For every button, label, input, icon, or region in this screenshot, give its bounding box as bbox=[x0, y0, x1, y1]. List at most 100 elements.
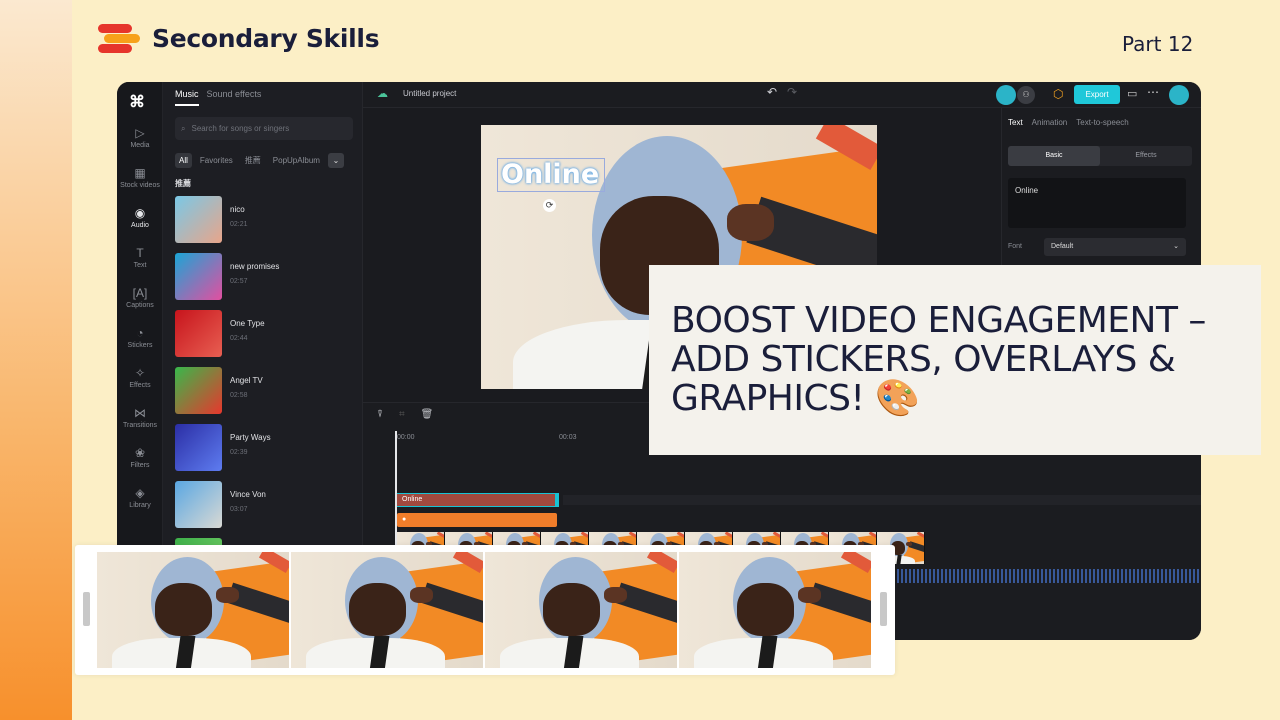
chevron-down-icon: ⌄ bbox=[1173, 243, 1179, 250]
rail-item-8[interactable]: ❀ Filters bbox=[117, 446, 163, 469]
rail-item-1[interactable]: ▦ Stock videos bbox=[117, 166, 163, 189]
section-label: 推薦 bbox=[175, 179, 191, 188]
rail-item-3[interactable]: T Text bbox=[117, 246, 163, 269]
rail-item-label: Text bbox=[133, 262, 147, 269]
filter-popupalbum[interactable]: PopUpAlbum bbox=[269, 153, 324, 168]
track-duration: 02:39 bbox=[230, 449, 248, 456]
delete-icon[interactable]: 🗑 bbox=[421, 409, 434, 420]
track-cover bbox=[175, 310, 222, 357]
music-track-item[interactable]: Party Ways 02:39 bbox=[175, 424, 355, 472]
rail-item-label: Effects bbox=[129, 382, 151, 389]
rail-item-0[interactable]: ▷ Media bbox=[117, 126, 163, 149]
redo-icon[interactable]: ↷ bbox=[787, 85, 797, 99]
font-select-value: Default bbox=[1051, 243, 1074, 250]
library-icon: ◈ bbox=[135, 486, 145, 500]
tab-sound-effects[interactable]: Sound effects bbox=[207, 89, 262, 106]
filmstrip-right-handle[interactable] bbox=[880, 592, 887, 626]
tab-music[interactable]: Music bbox=[175, 89, 199, 106]
rail-item-label: Library bbox=[129, 502, 151, 509]
export-button[interactable]: Export bbox=[1074, 85, 1120, 104]
rail-item-label: Stock videos bbox=[120, 182, 160, 189]
filter-favorites[interactable]: Favorites bbox=[196, 153, 237, 168]
music-track-item[interactable]: nico 02:21 bbox=[175, 196, 355, 244]
filters-icon: ❀ bbox=[134, 446, 146, 460]
left-gradient-strip bbox=[0, 0, 72, 720]
rail-item-6[interactable]: ✧ Effects bbox=[117, 366, 163, 389]
text-icon: T bbox=[136, 246, 144, 260]
track-name: One Type bbox=[230, 319, 265, 328]
pro-badge-icon[interactable]: ⬡ bbox=[1053, 87, 1063, 101]
filmstrip-frame bbox=[679, 552, 873, 668]
audio-waveform[interactable] bbox=[889, 569, 1201, 583]
stock-videos-icon: ▦ bbox=[134, 166, 146, 180]
track-cover bbox=[175, 424, 222, 471]
music-track-item[interactable]: Vince Von 03:07 bbox=[175, 481, 355, 529]
split-marker-icon[interactable]: ⍒ bbox=[377, 409, 383, 420]
music-track-item[interactable]: Angel TV 02:58 bbox=[175, 367, 355, 415]
filmstrip-left-handle[interactable] bbox=[83, 592, 90, 626]
track-cover bbox=[175, 367, 222, 414]
stickers-icon: ◔ bbox=[136, 326, 144, 340]
secondary-skills-logo-icon bbox=[98, 24, 140, 53]
rail-item-label: Stickers bbox=[127, 342, 153, 349]
collaborator-avatar[interactable] bbox=[996, 85, 1016, 105]
tab-animation[interactable]: Animation bbox=[1032, 118, 1068, 127]
save-icon[interactable]: ▭ bbox=[1127, 87, 1137, 100]
music-track-item[interactable]: new promises 02:57 bbox=[175, 253, 355, 301]
filmstrip-frame bbox=[291, 552, 485, 668]
audio-tabs: Music Sound effects bbox=[175, 89, 261, 106]
filmstrip-frame bbox=[485, 552, 679, 668]
user-avatar[interactable] bbox=[1169, 85, 1189, 105]
track-name: Angel TV bbox=[230, 376, 263, 385]
filter-recommended[interactable]: 推薦 bbox=[241, 152, 265, 169]
track-duration: 02:21 bbox=[230, 221, 248, 228]
timeline-toolbar: ⍒ ⌗ 🗑 bbox=[377, 409, 433, 420]
rail-item-5[interactable]: ◔ Stickers bbox=[117, 326, 163, 349]
segment-effects[interactable]: Effects bbox=[1100, 146, 1192, 166]
rail-item-label: Transitions bbox=[123, 422, 157, 429]
rotate-handle-icon[interactable]: ⟳ bbox=[543, 199, 556, 212]
music-track-item[interactable]: One Type 02:44 bbox=[175, 310, 355, 358]
part-label: Part 12 bbox=[1122, 32, 1194, 56]
audio-icon: ◉ bbox=[134, 206, 146, 220]
split-icon[interactable]: ⌗ bbox=[399, 409, 405, 420]
filmstrip-overlay bbox=[75, 545, 895, 675]
track-name: Party Ways bbox=[230, 433, 271, 442]
ruler-tick-start: 00:00 bbox=[397, 434, 415, 441]
rail-item-9[interactable]: ◈ Library bbox=[117, 486, 163, 509]
transitions-icon: ⋈ bbox=[134, 406, 146, 420]
invite-user-icon[interactable]: ⚇ bbox=[1017, 86, 1035, 104]
project-title[interactable]: Untitled project bbox=[403, 89, 456, 98]
text-clip[interactable]: Online bbox=[395, 493, 559, 507]
rail-item-4[interactable]: [A] Captions bbox=[117, 286, 163, 309]
media-icon: ▷ bbox=[135, 126, 145, 140]
brand-name: Secondary Skills bbox=[152, 23, 380, 53]
track-cover bbox=[175, 481, 222, 528]
tab-text[interactable]: Text bbox=[1008, 118, 1023, 127]
capcut-logo-icon[interactable]: ⌘ bbox=[129, 92, 145, 112]
rail-item-2[interactable]: ◉ Audio bbox=[117, 206, 163, 229]
search-placeholder: Search for songs or singers bbox=[191, 124, 290, 133]
track-name: new promises bbox=[230, 262, 280, 271]
ruler-tick-3s: 00:03 bbox=[559, 434, 577, 441]
text-content-field[interactable]: Online bbox=[1008, 178, 1186, 228]
track-cover bbox=[175, 196, 222, 243]
track-duration: 02:58 bbox=[230, 392, 248, 399]
editor-topbar: ☁ Untitled project ↶ ↷ ⚇ ⬡ Export ▭ ⋯ bbox=[363, 82, 1201, 108]
chevron-down-icon[interactable]: ⌄ bbox=[327, 153, 344, 168]
basic-effects-toggle: Basic Effects bbox=[1008, 146, 1192, 166]
segment-basic[interactable]: Basic bbox=[1008, 146, 1100, 166]
search-input[interactable]: ⌕ Search for songs or singers bbox=[175, 117, 353, 140]
rail-item-7[interactable]: ⋈ Transitions bbox=[117, 406, 163, 429]
filter-all[interactable]: All bbox=[175, 153, 192, 168]
font-select[interactable]: Default ⌄ bbox=[1044, 238, 1186, 256]
rail-item-label: Filters bbox=[130, 462, 150, 469]
text-overlay[interactable]: Online bbox=[497, 158, 605, 192]
tab-text-to-speech[interactable]: Text-to-speech bbox=[1076, 118, 1128, 127]
rail-item-label: Audio bbox=[131, 222, 149, 229]
banner-title: BOOST VIDEO ENGAGEMENT – ADD STICKERS, O… bbox=[671, 300, 1206, 419]
undo-icon[interactable]: ↶ bbox=[767, 85, 777, 99]
filmstrip-frames bbox=[97, 552, 873, 668]
more-options-icon[interactable]: ⋯ bbox=[1147, 85, 1159, 99]
sticker-clip[interactable]: ● bbox=[397, 513, 557, 527]
